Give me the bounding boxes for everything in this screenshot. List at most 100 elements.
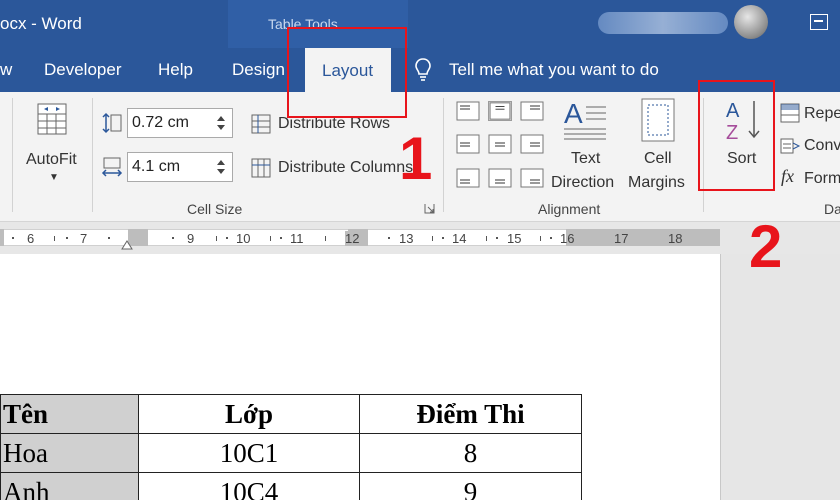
align-center-right-icon[interactable] xyxy=(520,134,544,154)
indent-marker-icon[interactable] xyxy=(121,238,133,250)
ruler-tick xyxy=(270,236,271,241)
autofit-icon[interactable] xyxy=(36,102,68,136)
row-height-field[interactable]: 0.72 cm xyxy=(127,108,233,138)
group-divider xyxy=(443,98,444,212)
align-center-left-icon[interactable] xyxy=(456,134,480,154)
ruler-number: 10 xyxy=(236,231,251,246)
align-center-icon[interactable] xyxy=(488,134,512,154)
tab-view[interactable]: w xyxy=(0,60,12,80)
user-avatar[interactable] xyxy=(734,5,768,39)
dialog-launcher-icon[interactable] xyxy=(424,203,435,214)
group-divider xyxy=(92,98,93,212)
align-top-center-icon[interactable] xyxy=(488,101,512,121)
column-width-icon xyxy=(101,157,123,177)
text-direction-label-2[interactable]: Direction xyxy=(551,174,614,192)
step2-highlight-box xyxy=(698,80,775,191)
ruler-tick xyxy=(216,236,217,241)
table-row: Hoa 10C1 8 xyxy=(0,433,582,473)
group-divider xyxy=(12,98,13,212)
ruler-number: 7 xyxy=(80,231,88,246)
student-table[interactable]: Tên Lớp Điểm Thi Hoa 10C1 8 Anh 10C4 9 xyxy=(0,394,582,500)
tab-help[interactable]: Help xyxy=(158,60,193,80)
text-direction-label-1[interactable]: Text xyxy=(571,150,600,168)
step1-number: 1 xyxy=(399,125,433,192)
table-cell[interactable]: Anh xyxy=(0,472,139,500)
cell-margins-icon[interactable] xyxy=(640,97,676,143)
ruler-dot xyxy=(108,237,110,239)
ruler-number: 15 xyxy=(507,231,522,246)
autofit-button[interactable]: AutoFit xyxy=(26,151,77,169)
convert-to-text-icon[interactable] xyxy=(779,135,801,157)
ruler-dot xyxy=(226,237,228,239)
ruler-tick xyxy=(432,236,433,241)
table-cell[interactable]: 10C4 xyxy=(138,472,360,500)
ruler-dot xyxy=(550,237,552,239)
ruler-number: 12 xyxy=(345,231,360,246)
table-header-row: Tên Lớp Điểm Thi xyxy=(0,394,582,434)
ruler-number: 18 xyxy=(668,231,683,246)
table-cell[interactable]: 8 xyxy=(359,433,582,473)
align-top-left-icon[interactable] xyxy=(456,101,480,121)
table-cell[interactable]: 9 xyxy=(359,472,582,500)
distribute-columns-icon[interactable] xyxy=(250,157,272,179)
header-cell-name[interactable]: Tên xyxy=(0,394,139,434)
header-cell-class[interactable]: Lớp xyxy=(138,394,360,434)
spin-arrows-icon[interactable] xyxy=(216,113,226,133)
distribute-columns-button[interactable]: Distribute Columns xyxy=(278,159,413,177)
ruler-number: 13 xyxy=(399,231,414,246)
autofit-dropdown-icon[interactable]: ▼ xyxy=(49,172,59,183)
data-group-label: Da xyxy=(824,201,840,217)
ruler-number: 16 xyxy=(560,231,575,246)
header-cell-score[interactable]: Điểm Thi xyxy=(359,394,582,434)
formula-icon[interactable]: fx xyxy=(781,166,794,187)
tab-developer[interactable]: Developer xyxy=(44,60,122,80)
distribute-rows-icon[interactable] xyxy=(250,113,272,135)
align-bottom-right-icon[interactable] xyxy=(520,168,544,188)
ruler-dot xyxy=(442,237,444,239)
ruler-dot xyxy=(280,237,282,239)
window-title: ocx - Word xyxy=(0,14,82,33)
ruler-margin-right xyxy=(566,229,720,246)
align-top-right-icon[interactable] xyxy=(520,101,544,121)
word-window: ocx - Word Table Tools w Developer Help … xyxy=(0,0,840,500)
alignment-group-label: Alignment xyxy=(538,201,601,217)
convert-to-text-button[interactable]: Conv xyxy=(804,137,840,155)
align-bottom-left-icon[interactable] xyxy=(456,168,480,188)
tell-me-search[interactable]: Tell me what you want to do xyxy=(449,60,659,80)
ruler-tick xyxy=(486,236,487,241)
repeat-header-rows-icon[interactable] xyxy=(779,102,801,124)
ruler-tick xyxy=(54,236,55,241)
cell-size-group-label: Cell Size xyxy=(187,201,243,217)
ruler-tick xyxy=(540,236,541,241)
ruler-dot xyxy=(172,237,174,239)
horizontal-ruler[interactable]: 6 7 9 10 11 12 13 14 15 16 17 18 xyxy=(0,222,840,254)
column-width-value: 4.1 cm xyxy=(132,158,181,175)
tab-design[interactable]: Design xyxy=(232,60,285,80)
column-width-field[interactable]: 4.1 cm xyxy=(127,152,233,182)
ruler-margin-left xyxy=(0,229,4,246)
table-cell[interactable]: Hoa xyxy=(0,433,139,473)
cell-margins-label-2[interactable]: Margins xyxy=(628,174,685,192)
svg-text:A: A xyxy=(564,98,583,129)
ruler-number: 14 xyxy=(452,231,467,246)
formula-button[interactable]: Form xyxy=(804,170,840,188)
align-bottom-center-icon[interactable] xyxy=(488,168,512,188)
row-height-value: 0.72 cm xyxy=(132,114,189,131)
cell-margins-label-1[interactable]: Cell xyxy=(644,150,672,168)
row-height-icon xyxy=(102,112,122,134)
ruler-number: 17 xyxy=(614,231,629,246)
ribbon-display-options-icon[interactable] xyxy=(810,14,828,30)
ruler-number: 6 xyxy=(27,231,35,246)
ruler-number: 11 xyxy=(290,231,304,246)
table-cell[interactable]: 10C1 xyxy=(138,433,360,473)
lightbulb-icon[interactable] xyxy=(413,57,433,83)
repeat-header-rows-button[interactable]: Repe xyxy=(804,105,840,123)
ruler-dot xyxy=(66,237,68,239)
ruler-dot xyxy=(388,237,390,239)
text-direction-icon[interactable]: A xyxy=(562,97,610,143)
user-name-blurred[interactable] xyxy=(598,12,728,34)
step1-highlight-box xyxy=(287,27,407,118)
step2-number: 2 xyxy=(749,213,783,280)
spin-arrows-icon[interactable] xyxy=(216,157,226,177)
title-bar: ocx - Word Table Tools xyxy=(0,0,840,48)
